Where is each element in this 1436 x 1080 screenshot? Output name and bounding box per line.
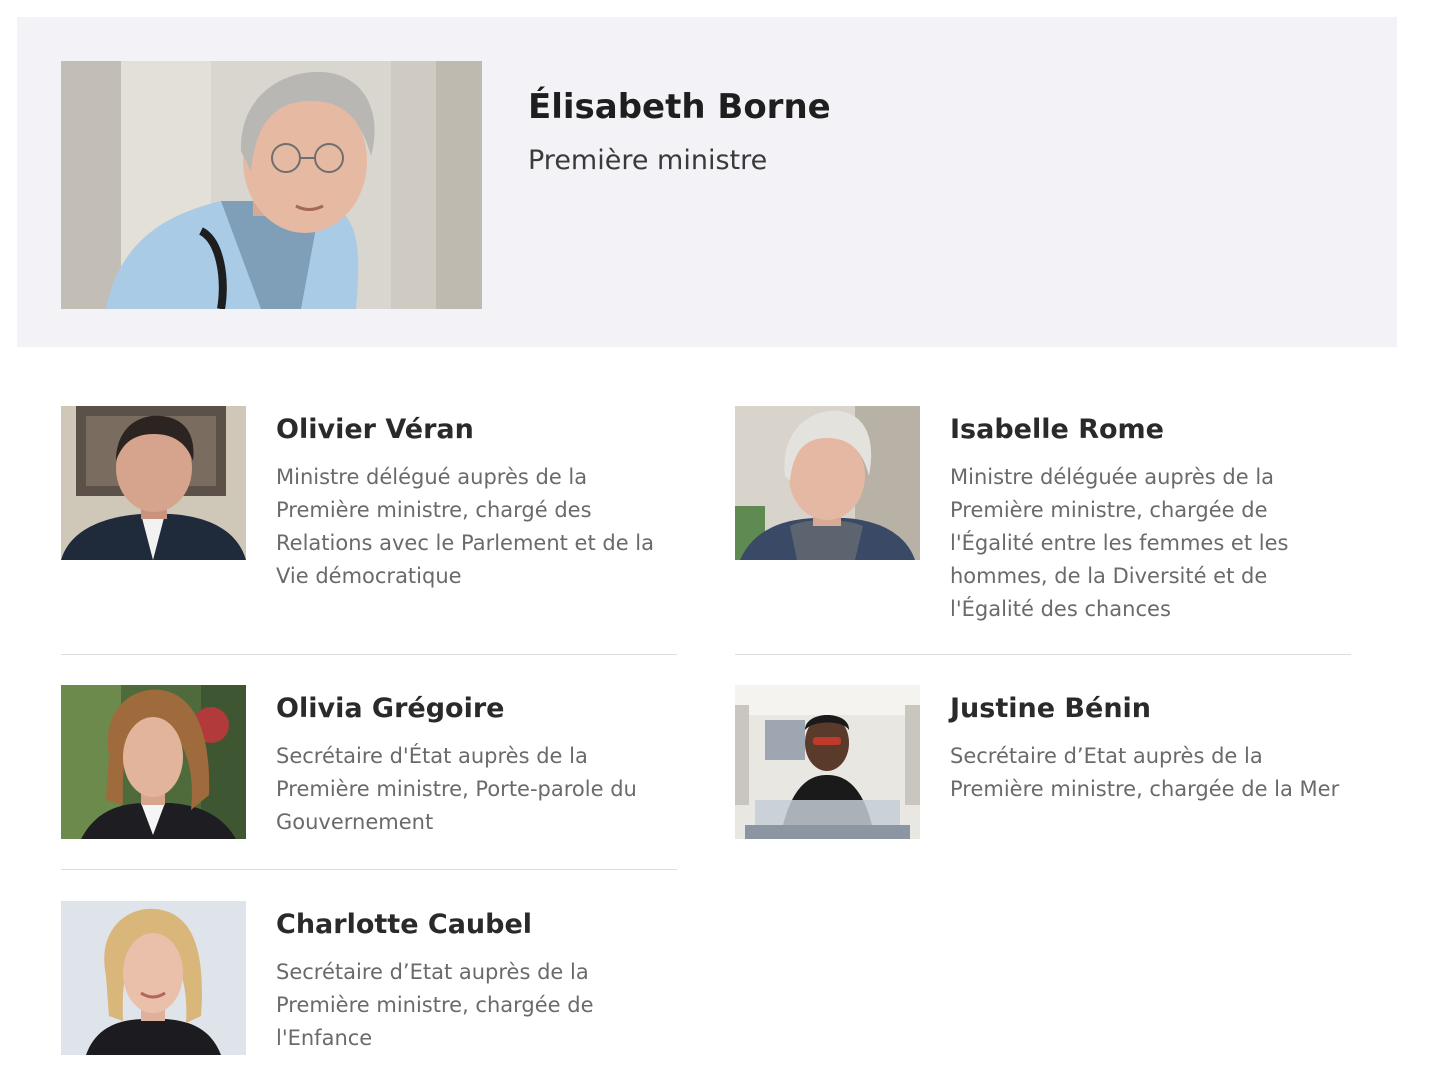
member-role: Secrétaire d'État auprès de la Première … — [276, 744, 637, 834]
member-name[interactable]: Justine Bénin — [950, 693, 1151, 724]
member-card-gregoire[interactable]: Olivia Grégoire Secrétaire d'État auprès… — [61, 685, 677, 869]
member-name[interactable]: Charlotte Caubel — [276, 909, 532, 940]
divider — [735, 654, 1351, 655]
member-portrait-photo[interactable] — [61, 406, 246, 560]
member-name[interactable]: Olivier Véran — [276, 414, 474, 445]
featured-role: Première ministre — [528, 145, 768, 176]
member-role: Secrétaire d’Etat auprès de la Première … — [950, 744, 1340, 801]
government-page: Élisabeth Borne Première ministre Olivie… — [0, 0, 1436, 1080]
member-portrait-photo[interactable] — [735, 685, 920, 839]
member-portrait-photo[interactable] — [61, 685, 246, 839]
member-card-veran[interactable]: Olivier Véran Ministre délégué auprès de… — [61, 406, 677, 654]
member-card-rome[interactable]: Isabelle Rome Ministre déléguée auprès d… — [735, 406, 1351, 654]
divider — [61, 869, 677, 870]
featured-portrait-photo[interactable] — [61, 61, 482, 309]
member-portrait-photo[interactable] — [735, 406, 920, 560]
featured-card[interactable]: Élisabeth Borne Première ministre — [17, 17, 1397, 347]
divider — [61, 654, 677, 655]
featured-name[interactable]: Élisabeth Borne — [528, 87, 831, 127]
member-name[interactable]: Isabelle Rome — [950, 414, 1164, 445]
member-role: Secrétaire d’Etat auprès de la Première … — [276, 960, 594, 1050]
member-role: Ministre délégué auprès de la Première m… — [276, 465, 655, 588]
member-card-caubel[interactable]: Charlotte Caubel Secrétaire d’Etat auprè… — [61, 901, 677, 1071]
member-name[interactable]: Olivia Grégoire — [276, 693, 505, 724]
member-card-benin[interactable]: Justine Bénin Secrétaire d’Etat auprès d… — [735, 685, 1351, 869]
member-portrait-photo[interactable] — [61, 901, 246, 1055]
member-role: Ministre déléguée auprès de la Première … — [950, 465, 1289, 621]
